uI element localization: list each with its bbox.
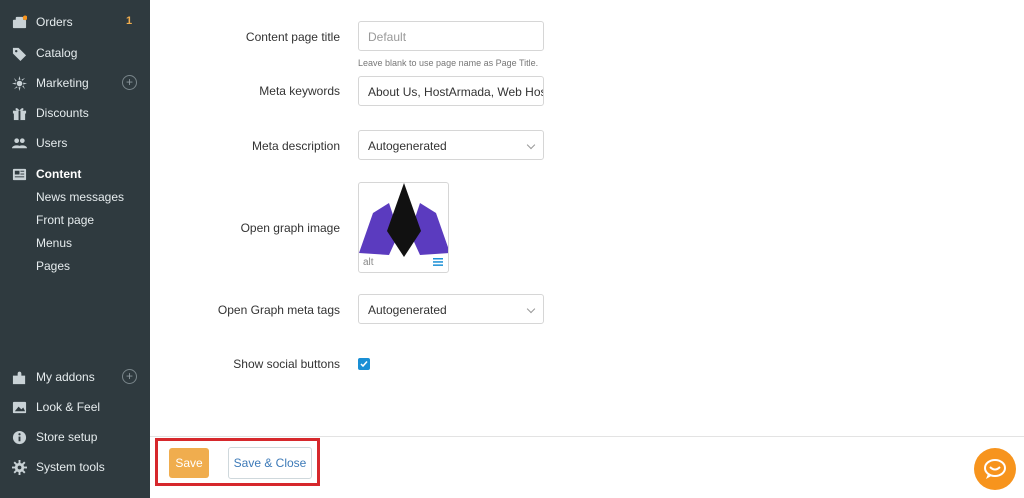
content-page-title-hint: Leave blank to use page name as Page Tit…	[358, 58, 539, 68]
sidebar-subitem-pages[interactable]: Pages	[36, 259, 70, 273]
save-and-close-button[interactable]: Save & Close	[228, 447, 312, 479]
sidebar: Orders 1 Catalog Marketing + Discounts U…	[0, 0, 150, 498]
og-image-alt-text: alt	[363, 257, 374, 268]
meta-keywords-input[interactable]: About Us, HostArmada, Web Host	[358, 76, 544, 106]
add-marketing-button[interactable]: +	[122, 75, 137, 90]
sidebar-item-label: Catalog	[36, 46, 78, 60]
users-icon	[11, 135, 27, 151]
content-page-title-label: Content page title	[245, 30, 340, 44]
meta-keywords-label: Meta keywords	[259, 84, 340, 98]
orders-count-badge: 1	[126, 15, 133, 27]
sidebar-item-orders[interactable]: Orders 1	[0, 10, 150, 34]
sidebar-item-my-addons[interactable]: My addons +	[0, 365, 150, 389]
show-social-buttons-label: Show social buttons	[233, 357, 340, 371]
sidebar-item-catalog[interactable]: Catalog	[0, 41, 150, 65]
content-icon	[11, 166, 27, 182]
og-meta-tags-label: Open Graph meta tags	[217, 303, 340, 317]
meta-description-label: Meta description	[251, 139, 340, 153]
sidebar-item-system-tools[interactable]: System tools	[0, 455, 150, 479]
sidebar-item-label: Content	[36, 167, 82, 181]
menu-icon[interactable]	[433, 258, 443, 266]
meta-description-select[interactable]: Autogenerated	[358, 130, 544, 160]
show-social-buttons-checkbox[interactable]	[358, 358, 370, 370]
sidebar-subitem-menus[interactable]: Menus	[36, 236, 72, 250]
save-button[interactable]: Save	[169, 448, 209, 478]
sidebar-item-label: Store setup	[36, 430, 98, 444]
sidebar-item-label: Look & Feel	[36, 400, 101, 414]
sidebar-item-label: Marketing	[36, 76, 89, 90]
sidebar-item-label: Users	[36, 136, 68, 150]
add-addon-button[interactable]: +	[122, 369, 137, 384]
content-form: Content page title Default Leave blank t…	[150, 0, 1024, 436]
gift-icon	[11, 105, 27, 121]
check-icon	[360, 361, 368, 368]
sidebar-item-label: My addons	[36, 370, 95, 384]
puzzle-icon	[11, 369, 27, 385]
sidebar-item-label: Discounts	[36, 106, 89, 120]
tag-icon	[11, 45, 27, 61]
bottom-action-bar: Save Save & Close	[150, 436, 1024, 498]
content-page-title-input[interactable]: Default	[358, 21, 544, 51]
gear-icon	[11, 459, 27, 475]
sidebar-item-label: Orders	[36, 15, 73, 29]
sidebar-item-discounts[interactable]: Discounts	[0, 101, 150, 125]
og-image-preview[interactable]: alt	[358, 182, 449, 273]
sidebar-item-content[interactable]: Content	[0, 162, 150, 186]
sidebar-item-users[interactable]: Users	[0, 131, 150, 155]
og-meta-tags-select[interactable]: Autogenerated	[358, 294, 544, 324]
sidebar-item-label: System tools	[36, 460, 105, 474]
sidebar-item-store-setup[interactable]: Store setup	[0, 425, 150, 449]
image-icon	[11, 399, 27, 415]
marketing-icon	[11, 75, 27, 91]
og-image-label: Open graph image	[240, 221, 340, 235]
sidebar-subitem-news-messages[interactable]: News messages	[36, 190, 124, 204]
chat-icon	[984, 459, 1006, 479]
info-icon	[11, 429, 27, 445]
sidebar-item-look-feel[interactable]: Look & Feel	[0, 395, 150, 419]
sidebar-item-marketing[interactable]: Marketing +	[0, 71, 150, 95]
chat-support-button[interactable]	[974, 448, 1016, 490]
orders-icon	[11, 14, 27, 30]
sidebar-subitem-front-page[interactable]: Front page	[36, 213, 94, 227]
